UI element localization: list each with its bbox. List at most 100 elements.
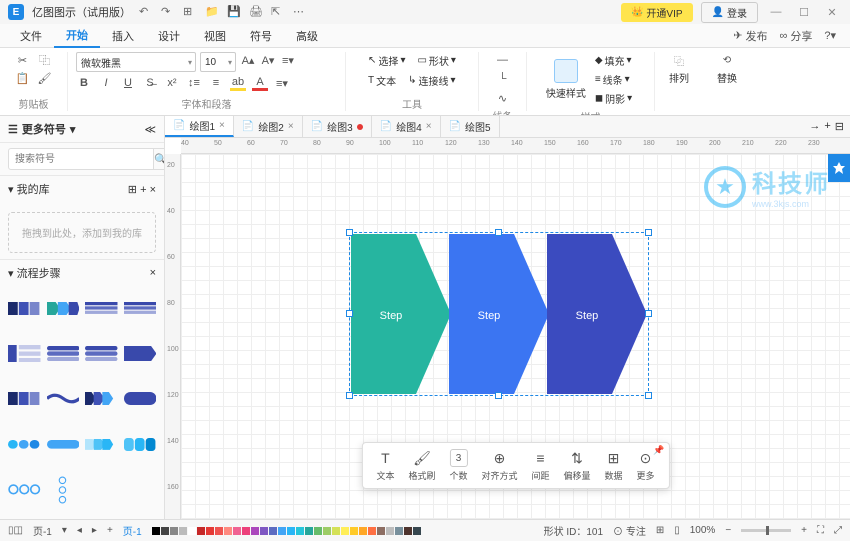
publish-button[interactable]: ✈ 发布 xyxy=(727,28,773,44)
color-swatch[interactable] xyxy=(242,527,250,535)
color-swatch[interactable] xyxy=(197,527,205,535)
zoom-in-icon[interactable]: + xyxy=(801,525,807,536)
color-swatch[interactable] xyxy=(161,527,169,535)
highlight-icon[interactable]: ab xyxy=(230,75,246,91)
tab-next-icon[interactable]: → xyxy=(809,120,820,133)
indent-icon[interactable]: ≡ xyxy=(208,75,224,91)
superscript-icon[interactable]: x² xyxy=(164,75,180,91)
add-page-icon[interactable]: + xyxy=(107,525,113,536)
ft-more[interactable]: ⊙更多 xyxy=(637,449,655,482)
page-tab[interactable]: 页-1 xyxy=(123,523,142,538)
line-straight-icon[interactable]: — xyxy=(495,52,511,68)
shape-thumb[interactable] xyxy=(124,385,157,413)
color-swatch[interactable] xyxy=(278,527,286,535)
color-swatch[interactable] xyxy=(269,527,277,535)
menu-insert[interactable]: 插入 xyxy=(100,25,146,47)
shadow-button[interactable]: ◼ 阴影▾ xyxy=(592,90,635,107)
shape-tool[interactable]: ▭ 形状▾ xyxy=(414,52,458,69)
color-swatch[interactable] xyxy=(215,527,223,535)
color-swatch[interactable] xyxy=(206,527,214,535)
tab-close-icon[interactable]: × xyxy=(219,120,225,131)
tab-menu-icon[interactable]: ⊟ xyxy=(835,120,844,133)
help-button[interactable]: ?▾ xyxy=(818,29,842,42)
ft-count[interactable]: 3个数 xyxy=(449,449,467,482)
ft-pin-icon[interactable]: 📌 xyxy=(653,445,664,456)
section-close-icon[interactable]: × xyxy=(150,267,156,279)
shape-thumb[interactable] xyxy=(47,476,80,504)
color-swatch[interactable] xyxy=(251,527,259,535)
ft-format[interactable]: 🖌格式刷 xyxy=(408,449,435,482)
color-swatch[interactable] xyxy=(179,527,187,535)
shape-thumb[interactable] xyxy=(85,430,118,458)
save-icon[interactable]: 💾 xyxy=(227,5,241,19)
vip-button[interactable]: 👑 开通VIP xyxy=(621,3,693,22)
shape-thumb[interactable] xyxy=(85,339,118,367)
share-button[interactable]: ∞ 分享 xyxy=(774,28,819,44)
color-swatch[interactable] xyxy=(314,527,322,535)
login-button[interactable]: 👤 登录 xyxy=(701,2,758,23)
doc-tab[interactable]: 📄 绘图5 xyxy=(441,116,500,137)
page-dropdown-icon[interactable]: ▾ xyxy=(62,525,67,536)
color-swatch[interactable] xyxy=(386,527,394,535)
zoom-level[interactable]: 100% xyxy=(690,525,716,536)
align-icon[interactable]: ≡▾ xyxy=(274,75,290,91)
font-color-icon[interactable]: A xyxy=(252,75,268,91)
color-swatch[interactable] xyxy=(377,527,385,535)
font-name-select[interactable]: 微软雅黑 xyxy=(76,52,196,72)
text-tool[interactable]: T 文本 xyxy=(365,72,399,89)
color-swatch[interactable] xyxy=(332,527,340,535)
fullscreen-icon[interactable]: ⤢ xyxy=(834,525,842,536)
color-swatch[interactable] xyxy=(305,527,313,535)
shape-thumb[interactable] xyxy=(47,339,80,367)
maximize-button[interactable]: ☐ xyxy=(794,2,814,22)
font-size-select[interactable]: 10 xyxy=(200,52,236,72)
fit-page-icon[interactable]: ⛶ xyxy=(817,525,824,536)
shape-thumb[interactable] xyxy=(8,385,41,413)
redo-icon[interactable]: ↷ xyxy=(161,5,175,19)
strike-icon[interactable]: S̶ xyxy=(142,75,158,91)
menu-symbol[interactable]: 符号 xyxy=(238,25,284,47)
color-swatch[interactable] xyxy=(296,527,304,535)
flow-steps-header[interactable]: ▾ 流程步骤 xyxy=(8,265,61,281)
cut-icon[interactable]: ✂ xyxy=(15,52,31,68)
print-icon[interactable]: 🖨 xyxy=(249,5,263,19)
replace-button[interactable]: ⟲ 替换 xyxy=(717,52,737,85)
new-icon[interactable]: ⊞ xyxy=(183,5,197,19)
doc-tab[interactable]: 📄 绘图4 × xyxy=(372,116,441,137)
open-icon[interactable]: 📁 xyxy=(205,5,219,19)
color-swatch[interactable] xyxy=(224,527,232,535)
view-grid-icon[interactable]: ⊞ xyxy=(656,525,664,536)
menu-design[interactable]: 设计 xyxy=(146,25,192,47)
color-swatch[interactable] xyxy=(413,527,421,535)
more-icon[interactable]: ⋯ xyxy=(293,5,307,19)
color-swatch[interactable] xyxy=(260,527,268,535)
line-spacing-icon[interactable]: ↕≡ xyxy=(186,75,202,91)
selection-box[interactable] xyxy=(349,232,649,396)
focus-mode[interactable]: ⊙ 专注 xyxy=(613,523,646,538)
ft-text[interactable]: T文本 xyxy=(376,449,394,482)
color-swatch[interactable] xyxy=(350,527,358,535)
right-panel-toggle[interactable] xyxy=(828,154,850,182)
shape-thumb[interactable] xyxy=(124,430,157,458)
ft-data[interactable]: ⊞数据 xyxy=(605,449,623,482)
view-single-icon[interactable]: ▯ xyxy=(674,525,680,536)
color-swatch[interactable] xyxy=(323,527,331,535)
lib-drop-zone[interactable]: 拖拽到此处，添加到我的库 xyxy=(8,212,156,253)
format-painter-icon[interactable]: 🖌 xyxy=(37,70,53,86)
color-swatch[interactable] xyxy=(188,527,196,535)
doc-tab[interactable]: 📄 绘图2 × xyxy=(234,116,303,137)
minimize-button[interactable]: — xyxy=(766,2,786,22)
color-palette[interactable] xyxy=(152,527,421,535)
page-nav-icon[interactable]: ▯◫ xyxy=(8,525,23,536)
underline-icon[interactable]: U xyxy=(120,75,136,91)
ft-align[interactable]: ⊕对齐方式 xyxy=(481,449,517,482)
quick-style-button[interactable]: 快速样式 xyxy=(546,59,586,100)
next-page-icon[interactable]: ▸ xyxy=(92,525,97,536)
color-swatch[interactable] xyxy=(395,527,403,535)
lib-add-icon[interactable]: + xyxy=(140,184,146,196)
lib-close-icon[interactable]: × xyxy=(150,184,156,196)
line-elbow-icon[interactable]: └ xyxy=(495,71,511,87)
shape-thumb[interactable] xyxy=(8,339,41,367)
search-input[interactable] xyxy=(8,148,154,170)
menu-advanced[interactable]: 高级 xyxy=(284,25,330,47)
